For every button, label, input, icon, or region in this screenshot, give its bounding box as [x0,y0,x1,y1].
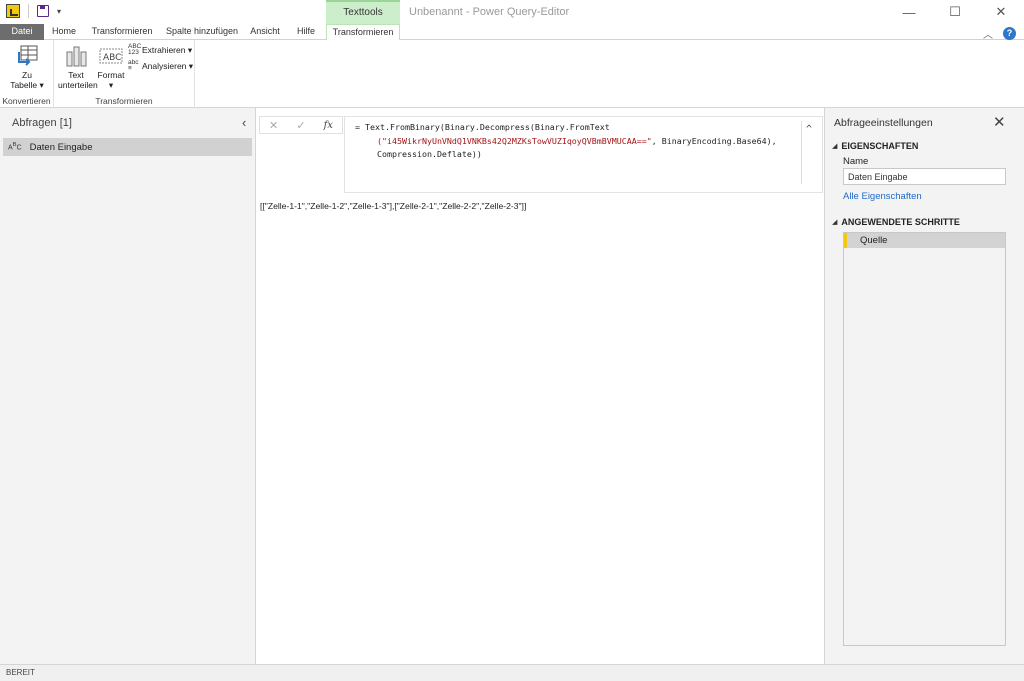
format-label: Format [97,70,125,80]
applied-step-item[interactable]: Quelle [844,233,1005,248]
formula-line-3: Compression.Deflate)) [377,149,482,159]
query-settings-pane: Abfrageeinstellungen ✕ ◢ EIGENSCHAFTEN N… [824,108,1024,664]
extract-label: Extrahieren ▾ [142,44,193,55]
applied-steps-list: Quelle [843,232,1006,646]
queries-pane-title: Abfragen [1] [12,117,72,129]
queries-pane: Abfragen [1] ‹ ABC Daten Eingabe [0,108,256,664]
ribbon: Zu Tabelle ▾ Konvertieren Text unterteil… [0,40,1024,108]
split-text-button[interactable]: Text unterteilen [58,44,98,90]
to-table-label-line2: Tabelle ▾ [10,80,44,90]
parse-icon: abc ≡ [128,59,139,72]
formula-divider [801,121,802,184]
collapse-ribbon-icon[interactable]: ︿ [983,26,993,41]
cancel-x-icon[interactable]: ✕ [269,119,278,132]
ribbon-group-label-convert: Konvertieren [2,96,51,106]
window-title: Unbenannt - Power Query-Editor [409,6,570,18]
quick-access-toolbar: ▾ [6,4,61,18]
extract-icon: ABC 123 [128,43,142,56]
ribbon-group-label-transform: Transformieren [95,96,153,106]
collapse-formula-chevron-up-icon[interactable]: ^ [806,123,812,137]
to-table-label-line1: Zu [22,70,32,80]
ribbon-group-transform: Text unterteilen ABC Format ▾ ABC 123 Ext… [54,40,195,108]
tab-transform[interactable]: Transformieren [86,24,158,40]
formula-line-2: ("i45WikrNyUnVNdQ1VNKBs42Q2MZKsTowVUZIqo… [355,135,822,149]
extract-button[interactable]: ABC 123 Extrahieren ▾ [128,43,193,56]
close-settings-icon[interactable]: ✕ [993,113,1006,131]
result-value: [["Zelle-1-1","Zelle-1-2","Zelle-1-3"],[… [260,201,527,211]
title-bar: ▾ Texttools Unbenannt - Power Query-Edit… [0,0,1024,24]
name-label: Name [843,156,869,167]
maximize-button[interactable]: ☐ [932,0,978,24]
ribbon-tabs: Datei Home Transformieren Spalte hinzufü… [0,24,1024,41]
format-text-icon: ABC [99,44,123,68]
split-text-label-line1: Text [68,70,84,80]
status-bar: BEREIT [0,664,1024,681]
formula-line-1: = Text.FromBinary(Binary.Decompress(Bina… [355,122,610,132]
tab-view[interactable]: Ansicht [245,24,285,40]
ribbon-group-convert: Zu Tabelle ▾ Konvertieren [0,40,54,108]
svg-text:ABC: ABC [103,53,121,63]
text-type-icon: ABC [8,142,22,152]
query-list-item[interactable]: ABC Daten Eingabe [3,138,252,156]
expand-triangle-icon: ◢ [832,219,838,226]
power-bi-app-icon [6,4,20,18]
parse-button[interactable]: abc ≡ Analysieren ▾ [128,59,194,72]
format-button[interactable]: ABC Format ▾ [96,44,126,90]
formula-bar-input[interactable]: = Text.FromBinary(Binary.Decompress(Bina… [344,116,823,193]
window-controls: — ☐ ✕ [886,0,1024,24]
minimize-button[interactable]: — [886,0,932,24]
help-icon[interactable]: ? [1003,27,1016,40]
format-dropdown-indicator: ▾ [108,80,114,90]
formula-string-literal: ("i45WikrNyUnVNdQ1VNKBs42Q2MZKsTowVUZIqo… [377,135,652,146]
applied-steps-heading-label: ANGEWENDETE SCHRITTE [841,217,960,227]
all-properties-link[interactable]: Alle Eigenschaften [843,191,922,202]
to-table-icon [15,44,39,68]
collapse-chevron-left-icon[interactable]: ‹ [242,115,246,130]
settings-pane-title: Abfrageeinstellungen [834,117,933,129]
split-text-label-line2: unterteilen [58,80,98,90]
contextual-tab-header: Texttools [326,0,400,24]
parse-label: Analysieren ▾ [142,60,194,71]
tab-add-column[interactable]: Spalte hinzufügen [160,24,244,40]
applied-steps-heading[interactable]: ◢ ANGEWENDETE SCHRITTE [832,217,960,227]
confirm-check-icon[interactable]: ✓ [296,119,305,132]
tab-text-transform[interactable]: Transformieren [326,24,400,41]
properties-heading[interactable]: ◢ EIGENSCHAFTEN [832,141,918,151]
ribbon-right-controls: ︿ ? [983,26,1016,41]
qat-separator [28,4,29,18]
customize-qat-dropdown-icon[interactable]: ▾ [57,7,61,16]
to-table-button[interactable]: Zu Tabelle ▾ [8,44,46,90]
formula-line-2-rest: , BinaryEncoding.Base64), [651,135,777,146]
close-button[interactable]: ✕ [978,0,1024,24]
save-icon[interactable] [37,5,49,17]
tab-home[interactable]: Home [44,24,84,40]
properties-heading-label: EIGENSCHAFTEN [841,141,919,151]
query-item-label: Daten Eingabe [29,141,93,153]
expand-triangle-icon: ◢ [832,143,838,150]
split-column-icon [64,44,88,68]
tab-help[interactable]: Hilfe [287,24,325,40]
query-name-input[interactable] [843,168,1006,185]
fx-icon[interactable]: fx [324,120,333,131]
formula-bar-buttons: ✕ ✓ fx [259,116,343,134]
main-content: ✕ ✓ fx = Text.FromBinary(Binary.Decompre… [257,108,824,664]
tab-file[interactable]: Datei [0,24,44,40]
